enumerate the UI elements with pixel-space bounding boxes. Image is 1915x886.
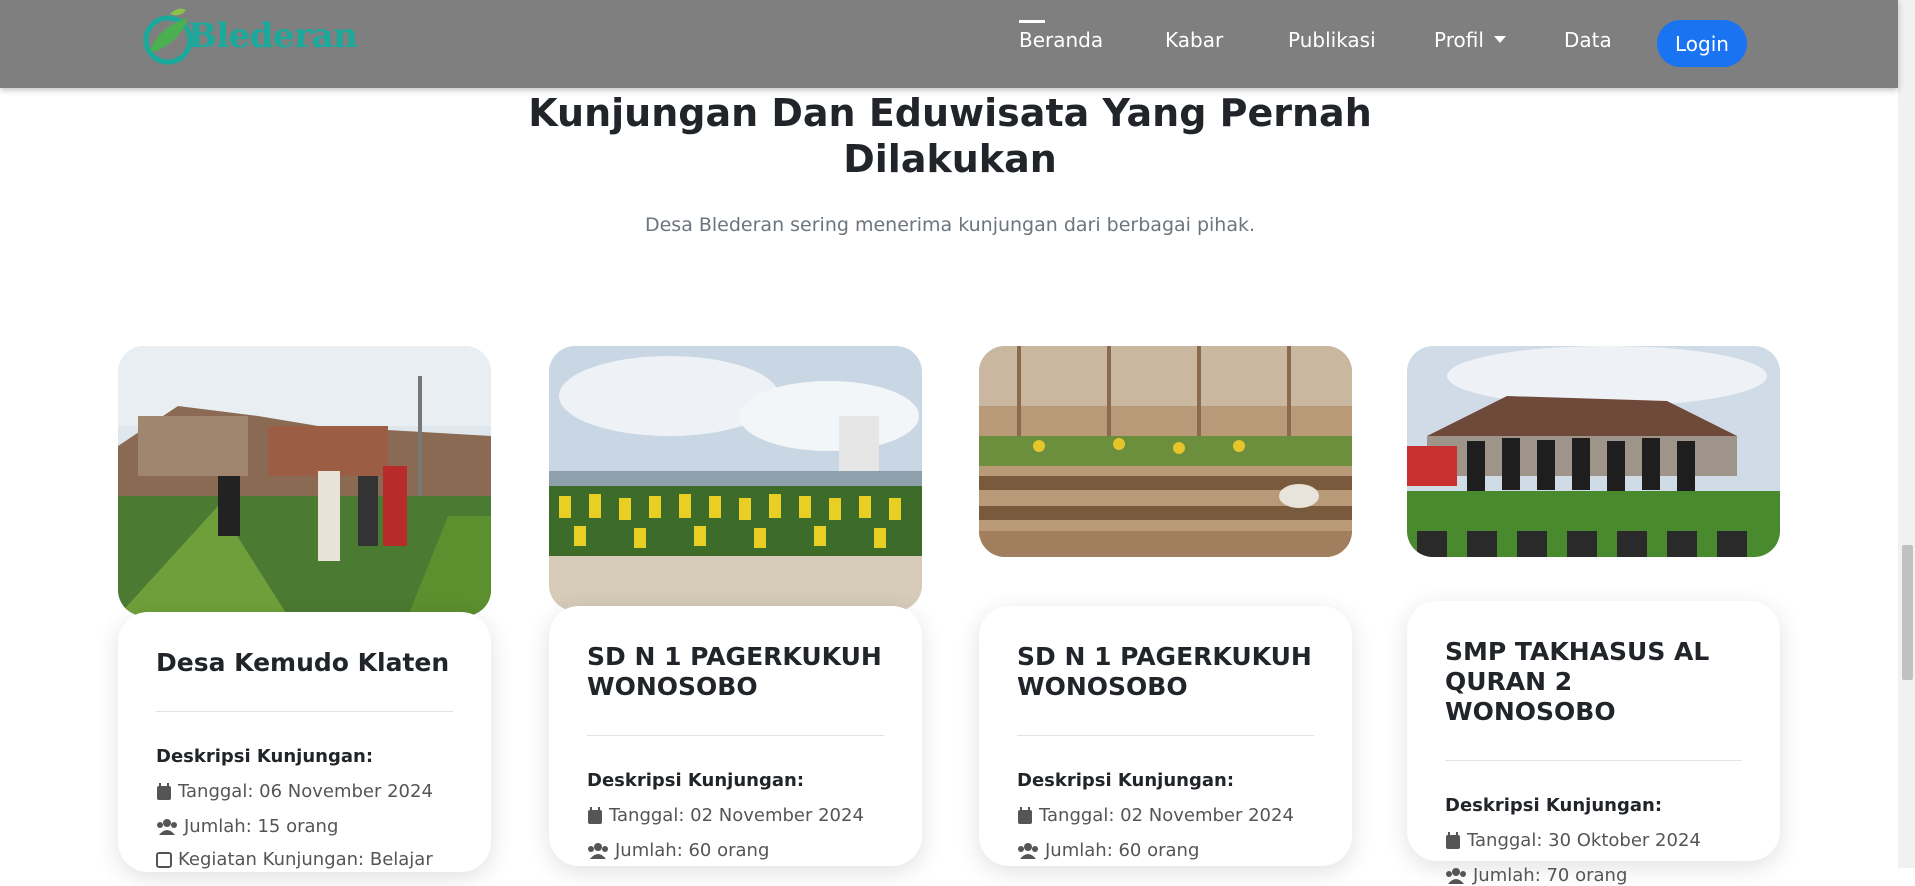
card-title-line2: QURAN 2 WONOSOBO xyxy=(1445,667,1616,726)
card-desc-label: Deskripsi Kunjungan: xyxy=(587,770,805,791)
calendar-icon xyxy=(1446,831,1460,849)
visit-photo[interactable] xyxy=(979,346,1352,557)
photo-garden-visit xyxy=(118,346,491,616)
visit-photo[interactable] xyxy=(118,346,491,616)
card-count-text: Jumlah: 60 orang xyxy=(1045,840,1200,861)
card-activity-text: Kegiatan Kunjungan: Belajar xyxy=(178,849,433,870)
card-date: Tanggal: 02 November 2024 xyxy=(1017,805,1314,826)
section-subtitle: Desa Blederan sering menerima kunjungan … xyxy=(644,214,1256,236)
login-button[interactable]: Login xyxy=(1657,20,1747,67)
nav-beranda[interactable]: Beranda xyxy=(1019,28,1103,52)
card-desc-label: Deskripsi Kunjungan: xyxy=(1017,770,1235,791)
card-date-text: Tanggal: 30 Oktober 2024 xyxy=(1467,830,1701,851)
visit-card: SD N 1 PAGERKUKUH WONOSOBO Deskripsi Kun… xyxy=(979,606,1352,866)
calendar-icon xyxy=(157,782,171,800)
visit-photo[interactable] xyxy=(1407,346,1780,557)
photo-livestock-barn xyxy=(979,346,1352,557)
card-count: Jumlah: 70 orang xyxy=(1445,865,1742,886)
scrollbar-thumb[interactable] xyxy=(1902,545,1913,680)
card-title: SD N 1 PAGERKUKUH WONOSOBO xyxy=(1017,606,1314,702)
nav-profil[interactable]: Profil xyxy=(1434,28,1506,52)
users-icon xyxy=(1018,842,1038,859)
card-title-line1: SD N 1 PAGERKUKUH xyxy=(1017,642,1312,671)
nav-publikasi[interactable]: Publikasi xyxy=(1288,28,1376,52)
visit-photo[interactable] xyxy=(549,346,922,611)
card-date-text: Tanggal: 02 November 2024 xyxy=(609,805,864,826)
calendar-icon xyxy=(588,806,602,824)
nav-profil-label: Profil xyxy=(1434,28,1484,52)
divider xyxy=(587,735,884,736)
nav-kabar[interactable]: Kabar xyxy=(1165,28,1223,52)
photo-students-plants xyxy=(1407,346,1780,557)
card-date: Tanggal: 02 November 2024 xyxy=(587,805,884,826)
card-desc-label: Deskripsi Kunjungan: xyxy=(1445,795,1663,816)
logo-text: Blederan xyxy=(188,16,358,56)
navbar: Blederan Beranda Kabar Publikasi Profil … xyxy=(0,0,1898,88)
divider xyxy=(1445,760,1742,761)
card-date-text: Tanggal: 06 November 2024 xyxy=(178,781,433,802)
card-count: Jumlah: 60 orang xyxy=(587,840,884,861)
card-title-line2: WONOSOBO xyxy=(587,672,758,701)
scrollbar[interactable] xyxy=(1898,0,1915,868)
clipboard-icon xyxy=(156,851,172,868)
visit-card: SMP TAKHASUS AL QURAN 2 WONOSOBO Deskrip… xyxy=(1407,601,1780,886)
card-title: SMP TAKHASUS AL QURAN 2 WONOSOBO xyxy=(1445,601,1742,727)
card-count: Jumlah: 15 orang xyxy=(156,816,453,837)
calendar-icon xyxy=(1018,806,1032,824)
site-logo[interactable]: Blederan xyxy=(140,6,358,68)
card-title-line1: SMP TAKHASUS AL xyxy=(1445,637,1710,666)
card-title: SD N 1 PAGERKUKUH WONOSOBO xyxy=(587,606,884,702)
visit-card: Desa Kemudo Klaten Deskripsi Kunjungan: … xyxy=(118,612,491,872)
active-indicator xyxy=(1019,20,1045,23)
card-date: Tanggal: 30 Oktober 2024 xyxy=(1445,830,1742,851)
card-title-line2: WONOSOBO xyxy=(1017,672,1188,701)
card-count-text: Jumlah: 60 orang xyxy=(615,840,770,861)
visit-card: SD N 1 PAGERKUKUH WONOSOBO Deskripsi Kun… xyxy=(549,606,922,866)
card-date-text: Tanggal: 02 November 2024 xyxy=(1039,805,1294,826)
divider xyxy=(1017,735,1314,736)
divider xyxy=(156,711,453,712)
card-count: Jumlah: 60 orang xyxy=(1017,840,1314,861)
section-title-line2: Dilakukan xyxy=(843,137,1057,181)
card-count-text: Jumlah: 15 orang xyxy=(184,816,339,837)
card-title-line1: Desa Kemudo Klaten xyxy=(156,648,450,677)
users-icon xyxy=(157,818,177,835)
photo-group-students xyxy=(549,346,922,611)
card-desc-label: Deskripsi Kunjungan: xyxy=(156,746,374,767)
users-icon xyxy=(1446,867,1466,884)
users-icon xyxy=(588,842,608,859)
card-title: Desa Kemudo Klaten xyxy=(156,612,453,678)
card-count-text: Jumlah: 70 orang xyxy=(1473,865,1628,886)
card-title-line1: SD N 1 PAGERKUKUH xyxy=(587,642,882,671)
nav-data[interactable]: Data xyxy=(1564,28,1612,52)
section-title: Kunjungan Dan Eduwisata Yang Pernah Dila… xyxy=(500,90,1400,182)
chevron-down-icon xyxy=(1493,36,1506,43)
card-date: Tanggal: 06 November 2024 xyxy=(156,781,453,802)
card-activity: Kegiatan Kunjungan: Belajar xyxy=(156,849,453,870)
section-title-line1: Kunjungan Dan Eduwisata Yang Pernah xyxy=(528,91,1372,135)
